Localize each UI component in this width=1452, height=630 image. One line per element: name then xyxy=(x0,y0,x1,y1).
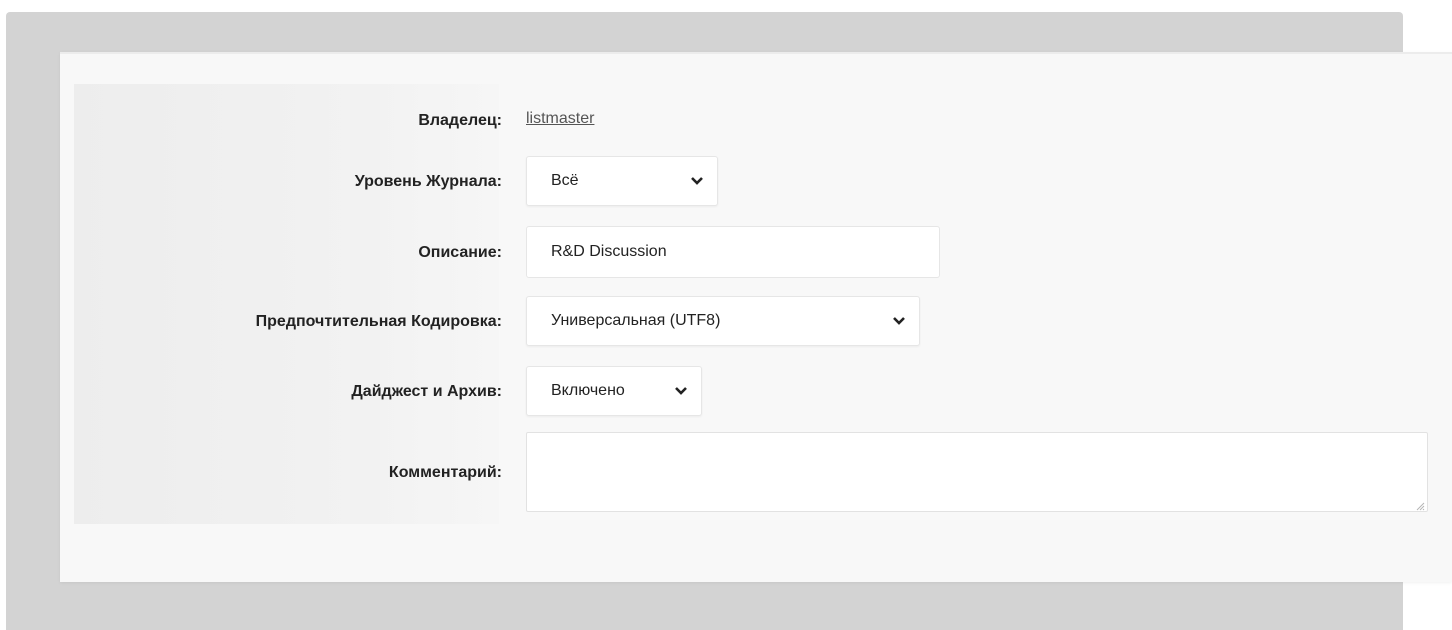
encoding-select[interactable]: Универсальная (UTF8) xyxy=(526,296,920,346)
encoding-row: Предпочтительная Кодировка: Универсальна… xyxy=(60,296,1452,346)
list-settings-form: Владелец: listmaster Уровень Журнала: Вс… xyxy=(60,52,1452,582)
chevron-down-icon xyxy=(675,367,689,415)
description-label: Описание: xyxy=(418,244,502,261)
encoding-value: Универсальная (UTF8) xyxy=(551,312,721,329)
digest-value: Включено xyxy=(551,382,625,399)
description-input[interactable]: R&D Discussion xyxy=(526,226,940,278)
digest-row: Дайджест и Архив: Включено xyxy=(60,366,1452,416)
comment-row: Комментарий: xyxy=(60,432,1452,512)
log-level-row: Уровень Журнала: Всё xyxy=(60,156,1452,206)
encoding-label: Предпочтительная Кодировка: xyxy=(255,313,502,330)
comment-label: Комментарий: xyxy=(388,464,502,481)
digest-select[interactable]: Включено xyxy=(526,366,702,416)
owner-label: Владелец: xyxy=(418,112,502,129)
chevron-down-icon xyxy=(893,297,907,345)
resize-grip-icon[interactable] xyxy=(1415,498,1425,511)
digest-label: Дайджест и Архив: xyxy=(351,383,502,400)
chevron-down-icon xyxy=(691,157,705,205)
comment-textarea[interactable] xyxy=(526,432,1428,512)
log-level-value: Всё xyxy=(551,172,579,189)
log-level-label: Уровень Журнала: xyxy=(354,173,502,190)
log-level-select[interactable]: Всё xyxy=(526,156,718,206)
owner-link[interactable]: listmaster xyxy=(526,110,594,127)
